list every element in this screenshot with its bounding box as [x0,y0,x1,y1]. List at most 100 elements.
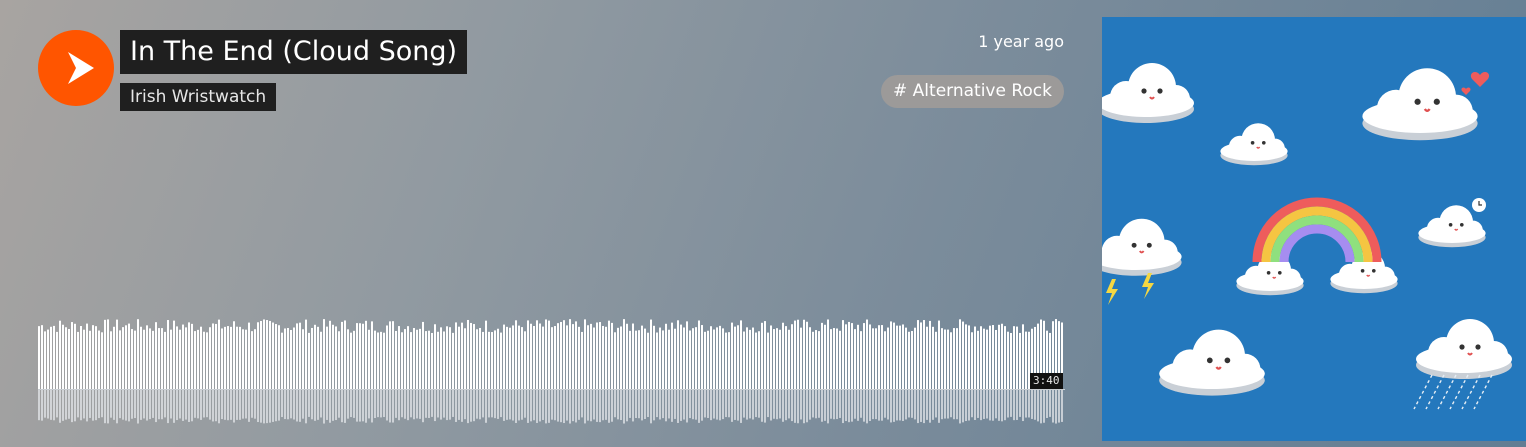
waveform-reflection-bar [575,390,577,423]
waveform-bar [830,329,832,389]
waveform-bar [629,330,631,389]
waveform-reflection-bar [446,390,448,421]
waveform-bar [488,331,490,389]
waveform-bar [185,327,187,389]
waveform-reflection-bar [134,390,136,419]
waveform-reflection-bar [230,390,232,420]
waveform-bar [884,331,886,389]
waveform-reflection-bar [170,390,172,419]
waveform-bar [44,331,46,389]
waveform-reflection-bar [38,390,40,421]
waveform-bar [422,321,424,389]
waveform-reflection-bar [641,390,643,421]
waveform-bar [974,326,976,389]
artist-name[interactable]: Irish Wristwatch [120,83,277,111]
waveform-reflection-bar [653,390,655,421]
waveform-bar [797,319,799,389]
waveform-bar [806,321,808,389]
waveform-reflection-bar [299,390,301,422]
waveform-bar [995,329,997,389]
waveform-reflection-bar [1025,390,1027,418]
waveform-bar [656,332,658,389]
waveform-reflection-bar [596,390,598,422]
waveform-reflection-bar [731,390,733,422]
waveform-bar [833,328,835,389]
play-icon [68,52,94,84]
waveform-bar [950,332,952,389]
waveform-reflection-bar [815,390,817,419]
waveform-reflection-bar [935,390,937,418]
waveform-bar [557,323,559,389]
waveform-reflection-bar [335,390,337,421]
waveform-reflection-bar [332,390,334,421]
waveform-bar [344,320,346,389]
waveform-bar [788,329,790,389]
waveform-bar [209,327,211,389]
waveform-bar [392,321,394,389]
waveform-bar [911,331,913,389]
waveform-bar [983,328,985,389]
waveform[interactable] [38,300,1065,430]
waveform-bar [848,321,850,389]
waveform-bar [356,323,358,389]
waveform-reflection-bar [173,390,175,423]
waveform-reflection-bar [452,390,454,417]
waveform-bar [320,331,322,389]
waveform-bar [371,321,373,389]
waveform-bar [419,328,421,389]
waveform-bar [611,322,613,389]
lightning-icon [1106,273,1154,305]
waveform-bar [203,331,205,389]
waveform-reflection-bar [143,390,145,419]
waveform-bar [764,321,766,389]
waveform-reflection-bar [488,390,490,418]
waveform-bar [161,328,163,389]
waveform-bar [284,328,286,389]
waveform-bar [722,328,724,389]
waveform-bar [617,327,619,389]
waveform-reflection-bar [59,390,61,423]
waveform-bar [317,326,319,389]
waveform-bar [191,323,193,389]
track-title[interactable]: In The End (Cloud Song) [120,30,468,74]
waveform-reflection-bar [155,390,157,423]
posted-date: 1 year ago [978,32,1064,51]
waveform-bar [506,326,508,389]
waveform-bar [305,319,307,389]
waveform-reflection-bar [89,390,91,418]
waveform-reflection-bar [650,390,652,424]
waveform-bar [230,326,232,389]
waveform-reflection-bar [77,390,79,418]
genre-tag[interactable]: # Alternative Rock [881,75,1064,108]
waveform-reflection-bar [746,390,748,420]
waveform-reflection-bar [833,390,835,420]
waveform-reflection-bar [803,390,805,424]
waveform-reflection-bar [917,390,919,424]
waveform-bar [677,320,679,389]
waveform-bar [935,331,937,389]
waveform-bar [458,326,460,389]
waveform-bar [626,323,628,389]
waveform-reflection-bar [863,390,865,422]
waveform-reflection-bar [923,390,925,424]
waveform-reflection-bar [305,390,307,424]
waveform-bar [311,327,313,389]
waveform-bar [968,325,970,389]
waveform-reflection-bar [560,390,562,423]
waveform-bar [668,329,670,389]
waveform-reflection-bar [65,390,67,420]
waveform-reflection-bar [314,390,316,421]
waveform-reflection-bar [506,390,508,420]
waveform-reflection-bar [164,390,166,418]
waveform-reflection-bar [944,390,946,419]
waveform-reflection-bar [404,390,406,419]
waveform-reflection-bar [47,390,49,419]
waveform-reflection-bar [1010,390,1012,417]
waveform-reflection-bar [749,390,751,419]
waveform-bar [206,332,208,389]
waveform-bar [86,323,88,389]
artwork[interactable] [1102,17,1526,441]
play-button[interactable] [38,30,114,106]
waveform-reflection-bar [788,390,790,419]
waveform-bar [710,326,712,389]
